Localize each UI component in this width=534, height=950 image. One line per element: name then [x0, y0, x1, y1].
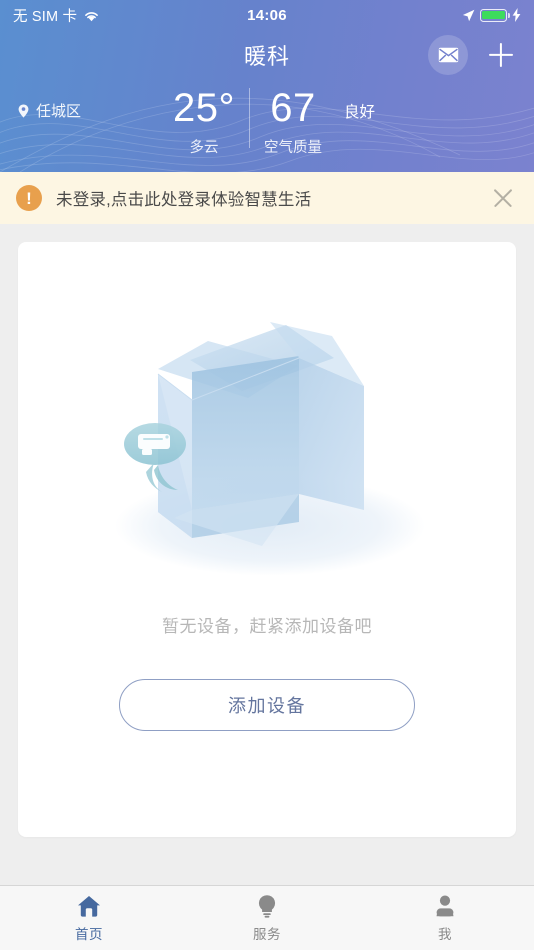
close-icon[interactable] [488, 183, 518, 213]
tab-bar: 首页 服务 我 [0, 885, 534, 950]
status-bar: 无 SIM 卡 14:06 [0, 0, 534, 30]
device-list-card: 暂无设备，赶紧添加设备吧 添加设备 [18, 242, 516, 837]
title-actions [428, 35, 518, 75]
aqi-value: 67 [270, 86, 316, 130]
tab-home-label: 首页 [75, 927, 103, 942]
location-arrow-icon [462, 9, 475, 21]
temperature-value: 25° [173, 86, 236, 130]
status-bar-time: 14:06 [247, 6, 287, 24]
tab-home[interactable]: 首页 [0, 886, 178, 950]
location-row[interactable]: 任城区 [18, 100, 81, 121]
home-icon [78, 896, 100, 917]
empty-state-message: 暂无设备，赶紧添加设备吧 [162, 617, 372, 636]
battery-fill [482, 10, 505, 20]
add-device-cta-button[interactable]: 添加设备 [119, 679, 415, 731]
battery-icon [480, 8, 510, 22]
temperature-block: 25° 多云 [173, 86, 235, 157]
lightbulb-icon [258, 895, 276, 918]
title-bar: 暖科 [0, 30, 534, 80]
message-button[interactable] [428, 35, 468, 75]
weather-section[interactable]: 任城区 25° 多云 67 空气质量 良好 [0, 80, 534, 157]
header: 无 SIM 卡 14:06 暖科 任城区 25° 多云 67 空气质量 良好 [0, 0, 534, 172]
status-bar-right [462, 8, 521, 22]
aqi-block: 67 空气质量 [264, 86, 322, 157]
person-icon [436, 895, 454, 917]
empty-box-illustration [115, 322, 425, 576]
exclamation-icon: ! [16, 185, 42, 211]
login-notice-text[interactable]: 未登录,点击此处登录体验智慧生活 [56, 186, 311, 210]
weather-main: 25° 多云 67 空气质量 良好 [173, 86, 375, 157]
weather-condition: 多云 [189, 140, 219, 156]
charging-bolt-icon [512, 8, 521, 22]
tab-profile[interactable]: 我 [356, 886, 534, 950]
weather-divider [249, 88, 251, 148]
location-pin-icon [18, 104, 29, 117]
app-root: 无 SIM 卡 14:06 暖科 任城区 25° 多云 67 空气质量 良好 !… [0, 0, 534, 950]
aqi-label: 空气质量 [264, 140, 323, 156]
mail-icon [438, 47, 458, 63]
main-content: 暂无设备，赶紧添加设备吧 添加设备 [0, 224, 534, 885]
tab-services-label: 服务 [253, 927, 281, 942]
tab-services[interactable]: 服务 [178, 886, 356, 950]
location-label: 任城区 [36, 103, 82, 120]
aqi-quality: 良好 [344, 104, 376, 121]
add-device-button[interactable] [484, 38, 518, 72]
tab-profile-label: 我 [438, 927, 452, 942]
login-notice-banner[interactable]: ! 未登录,点击此处登录体验智慧生活 [0, 172, 534, 224]
